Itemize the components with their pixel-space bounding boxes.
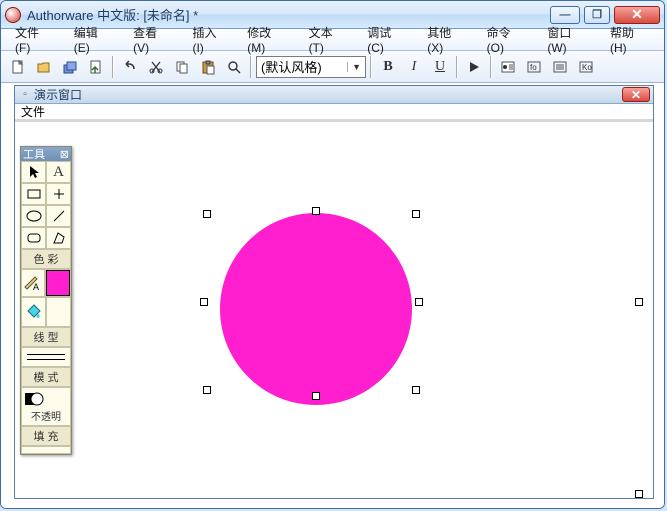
selection-handle[interactable]: [312, 207, 320, 215]
line-sample-thin: [27, 354, 65, 355]
canvas[interactable]: [15, 125, 653, 498]
menu-edit[interactable]: 编辑(E): [64, 22, 123, 57]
toolbar-sep: [490, 56, 492, 78]
variables-icon[interactable]: [548, 55, 572, 79]
chevron-down-icon: ▼: [347, 62, 361, 72]
pen-letter-A: A: [33, 282, 39, 292]
palette-color-label: 色 彩: [21, 249, 71, 269]
menu-window[interactable]: 窗口(W): [537, 22, 600, 57]
undo-icon[interactable]: [118, 55, 142, 79]
presentation-menu-file[interactable]: 文件: [21, 103, 45, 120]
selection-handle[interactable]: [412, 386, 420, 394]
new-file-icon[interactable]: [6, 55, 30, 79]
bold-button[interactable]: B: [376, 55, 400, 79]
control-panel-icon[interactable]: [496, 55, 520, 79]
oval-shape[interactable]: [220, 213, 412, 405]
open-file-icon[interactable]: [32, 55, 56, 79]
line-tool[interactable]: [46, 205, 71, 227]
oval-tool[interactable]: [21, 205, 46, 227]
tool-palette[interactable]: 工具 ⊠ A 色 彩 A: [20, 146, 72, 455]
app-window: Authorware 中文版: [未命名] * — ❐ ✕ 文件(F) 编辑(E…: [0, 0, 665, 509]
presentation-menubar: 文件: [15, 104, 653, 122]
line-plus-tool[interactable]: [46, 183, 71, 205]
text-tool[interactable]: A: [46, 161, 71, 183]
selection-handle[interactable]: [415, 298, 423, 306]
selection-handle[interactable]: [203, 210, 211, 218]
app-icon: [5, 7, 21, 23]
palette-mode-label: 模 式: [21, 367, 71, 387]
toolbar-sep: [250, 56, 252, 78]
polygon-tool[interactable]: [46, 227, 71, 249]
palette-fill-label: 填 充: [21, 426, 71, 446]
menu-file[interactable]: 文件(F): [5, 22, 64, 57]
selection-handle[interactable]: [312, 392, 320, 400]
pointer-tool[interactable]: [21, 161, 46, 183]
menu-help[interactable]: 帮助(H): [600, 22, 660, 57]
presentation-window: ▫ 演示窗口 ✕ 文件: [14, 85, 654, 499]
paint-bucket-tool[interactable]: [21, 297, 46, 327]
presentation-sys-icon: ▫: [18, 89, 32, 100]
palette-line-label: 线 型: [21, 327, 71, 347]
mode-opaque-icon: [22, 390, 46, 408]
play-icon[interactable]: [462, 55, 486, 79]
selection-handle[interactable]: [203, 386, 211, 394]
menu-debug[interactable]: 调试(C): [357, 22, 417, 57]
italic-button[interactable]: I: [402, 55, 426, 79]
rounded-rect-tool[interactable]: [21, 227, 46, 249]
toolbar-sep: [112, 56, 114, 78]
knowledge-icon[interactable]: Ko: [574, 55, 598, 79]
presentation-titlebar[interactable]: ▫ 演示窗口 ✕: [15, 86, 653, 104]
toolbar-sep: [456, 56, 458, 78]
functions-icon[interactable]: fo: [522, 55, 546, 79]
menu-insert[interactable]: 插入(I): [182, 22, 237, 57]
toolbar: (默认风格) ▼ B I U fo Ko: [1, 51, 664, 83]
fg-swatch: [46, 270, 70, 296]
mode-picker[interactable]: 不透明: [21, 387, 71, 426]
close-button[interactable]: ✕: [614, 6, 660, 24]
svg-text:fo: fo: [530, 63, 537, 72]
import-icon[interactable]: [84, 55, 108, 79]
menu-text[interactable]: 文本(T): [299, 22, 358, 57]
selection-handle[interactable]: [412, 210, 420, 218]
cut-icon[interactable]: [144, 55, 168, 79]
presentation-title: 演示窗口: [34, 86, 82, 103]
work-area: ▫ 演示窗口 ✕ 文件: [1, 85, 664, 508]
presentation-close-button[interactable]: ✕: [622, 87, 650, 102]
style-select[interactable]: (默认风格) ▼: [256, 56, 366, 78]
fill-picker[interactable]: [21, 446, 71, 454]
paste-icon[interactable]: [196, 55, 220, 79]
copy-icon[interactable]: [170, 55, 194, 79]
window-buttons: — ❐ ✕: [550, 6, 660, 24]
line-style-picker[interactable]: [21, 347, 71, 367]
mode-opaque-label: 不透明: [22, 408, 70, 423]
line-sample-med: [27, 359, 65, 360]
toolbar-sep: [370, 56, 372, 78]
underline-button[interactable]: U: [428, 55, 452, 79]
save-all-icon[interactable]: [58, 55, 82, 79]
selection-handle[interactable]: [635, 298, 643, 306]
palette-title: 工具: [23, 146, 45, 162]
svg-text:Ko: Ko: [582, 63, 592, 72]
palette-header[interactable]: 工具 ⊠: [21, 147, 71, 161]
maximize-button[interactable]: ❐: [584, 6, 610, 24]
style-select-value: (默认风格): [261, 57, 322, 76]
pen-color-tool[interactable]: A: [21, 269, 45, 297]
menu-modify[interactable]: 修改(M): [237, 22, 298, 57]
menu-view[interactable]: 查看(V): [123, 22, 182, 57]
rectangle-tool[interactable]: [21, 183, 46, 205]
minimize-button[interactable]: —: [550, 6, 580, 24]
menubar: 文件(F) 编辑(E) 查看(V) 插入(I) 修改(M) 文本(T) 调试(C…: [1, 29, 664, 51]
find-icon[interactable]: [222, 55, 246, 79]
foreground-color-swatch[interactable]: [45, 269, 71, 297]
palette-close-icon[interactable]: ⊠: [60, 148, 69, 161]
selection-handle[interactable]: [200, 298, 208, 306]
menu-command[interactable]: 命令(O): [477, 22, 538, 57]
selection-handle[interactable]: [635, 490, 643, 498]
menu-other[interactable]: 其他(X): [417, 22, 476, 57]
bg-fg-swatch[interactable]: [46, 297, 71, 327]
